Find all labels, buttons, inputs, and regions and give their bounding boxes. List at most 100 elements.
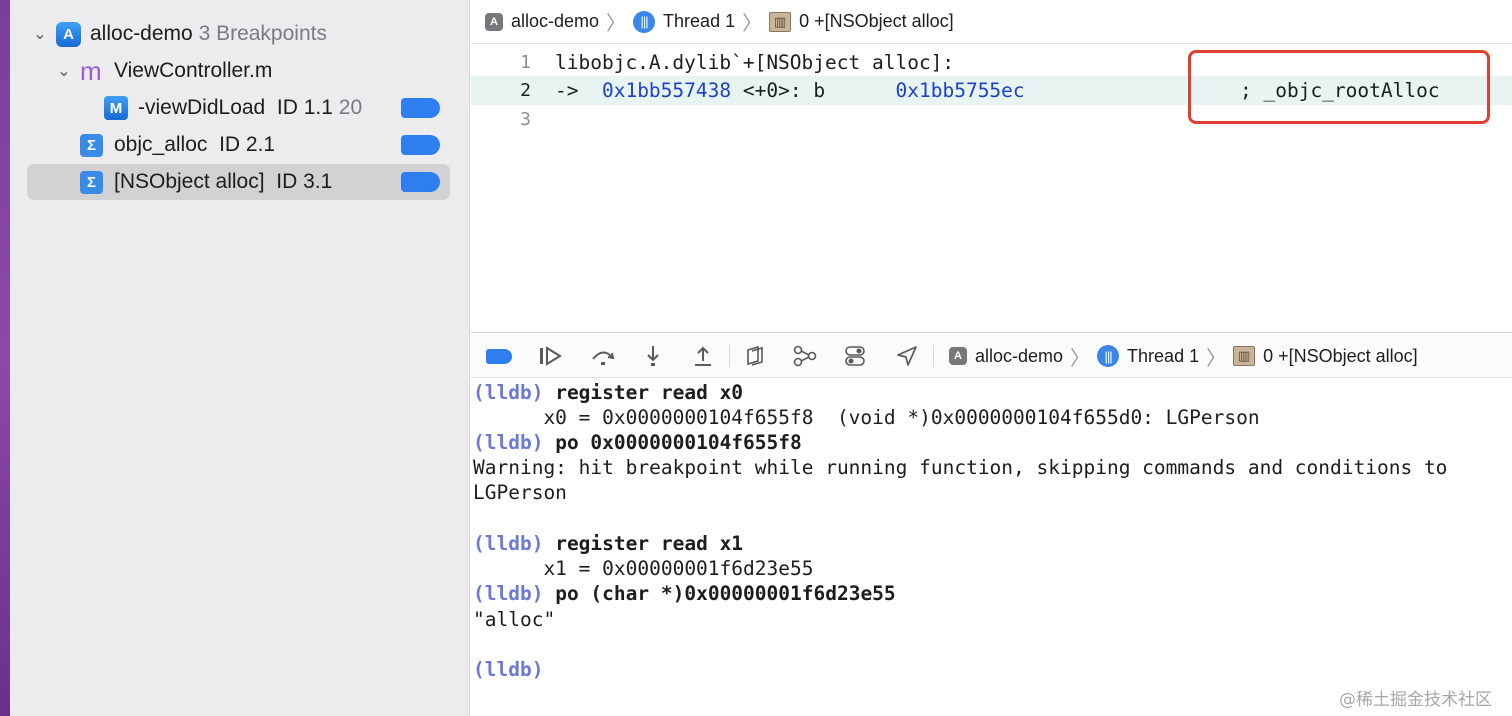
breakpoint-viewdidload[interactable]: M -viewDidLoad ID 1.1 20 (10, 90, 470, 126)
jump-bar-thread[interactable]: ||| Thread 1 (633, 10, 736, 33)
debug-path-thread[interactable]: ||| Thread 1 (1097, 345, 1199, 367)
chevron-right-icon: 〉 (1070, 347, 1091, 370)
instruction-op: b (813, 79, 826, 102)
console-line: "alloc" (473, 608, 556, 631)
chevron-down-icon[interactable]: ⌄ (31, 24, 49, 44)
debug-path-project[interactable]: A alloc-demo (949, 346, 1063, 367)
memory-graph-icon (793, 345, 817, 367)
thread-icon: ||| (633, 10, 656, 33)
toolbar-divider (933, 345, 934, 367)
breakpoint-count: 3 Breakpoints (198, 22, 327, 45)
debug-path-thread-label: Thread 1 (1127, 345, 1200, 366)
console-command: po (char *)0x00000001f6d23e55 (555, 582, 896, 605)
instruction-address: 0x1bb557438 (601, 79, 732, 102)
thread-icon: ||| (1097, 345, 1120, 367)
stack-frame-icon: ▥ (769, 11, 792, 32)
toolbar-divider (729, 345, 730, 367)
app-icon: A (56, 21, 81, 47)
jump-bar-frame-label: 0 +[NSObject alloc] (799, 11, 954, 31)
console-line: (lldb) po (char *)0x00000001f6d23e55 (473, 581, 896, 606)
console-line: (lldb) register read x0 (473, 380, 743, 405)
symbolic-breakpoint-icon: Σ (80, 170, 103, 194)
method-icon: M (104, 96, 128, 120)
memory-graph-button[interactable] (791, 342, 819, 370)
breakpoint-file-viewcontroller[interactable]: ⌄ m ViewController.m (10, 53, 470, 89)
code-text: -> 0x1bb557438 <+0>: b 0x1bb5755ec ; _ob… (555, 79, 1440, 102)
breakpoint-group-alloc-demo[interactable]: ⌄ A alloc-demo 3 Breakpoints (10, 16, 470, 52)
jump-bar-project-label: alloc-demo (511, 11, 600, 31)
breakpoint-flag[interactable] (401, 172, 440, 192)
breakpoint-flag-icon (486, 348, 512, 364)
code-text: libobjc.A.dylib`+[NSObject alloc]: (555, 51, 955, 74)
pc-arrow: -> (555, 79, 579, 102)
symbolic-breakpoint-icon: Σ (80, 133, 103, 157)
console-line: (lldb) po 0x0000000104f655f8 (473, 430, 802, 455)
view-hierarchy-button[interactable] (741, 342, 769, 370)
jump-bar-thread-label: Thread 1 (663, 11, 736, 31)
annotation-highlight-box (1188, 50, 1490, 124)
console-line: LGPerson (473, 481, 567, 504)
debug-path-project-label: alloc-demo (975, 345, 1064, 366)
console-line: Warning: hit breakpoint while running fu… (473, 456, 1448, 479)
breakpoints-toggle-button[interactable] (485, 342, 513, 370)
watermark: @稀土掘金技术社区 (1339, 690, 1492, 710)
stack-frame-icon: ▥ (1233, 346, 1256, 366)
breakpoint-label: -viewDidLoad ID 1.1 20 (138, 96, 363, 119)
branch-target: 0x1bb5755ec (895, 79, 1025, 102)
lldb-prompt: (lldb) (473, 532, 544, 555)
console-line: (lldb) register read x1 (473, 531, 743, 556)
simulate-location-button[interactable] (893, 342, 921, 370)
toggles-icon (845, 346, 865, 366)
debug-path: A alloc-demo 〉 ||| Thread 1 〉 ▥ 0 +[NSOb… (949, 333, 1418, 379)
jump-bar-frame[interactable]: ▥ 0 +[NSObject alloc] (769, 11, 954, 32)
continue-button[interactable] (537, 342, 565, 370)
app-icon: A (485, 12, 503, 31)
step-out-button[interactable] (689, 342, 717, 370)
lldb-prompt: (lldb) (473, 582, 544, 605)
breakpoint-flag[interactable] (401, 98, 440, 118)
breakpoint-nsobject-alloc[interactable]: Σ [NSObject alloc] ID 3.1 (10, 164, 470, 200)
editor-jump-bar: A alloc-demo 〉 ||| Thread 1 〉 ▥ 0 +[NSOb… (471, 0, 1512, 44)
debug-path-frame-label: 0 +[NSObject alloc] (1263, 345, 1418, 366)
console-command: register read x0 (555, 381, 744, 404)
line-number: 2 (520, 80, 531, 101)
debug-path-frame[interactable]: ▥ 0 +[NSObject alloc] (1233, 346, 1418, 367)
console-command: register read x1 (555, 532, 744, 555)
location-arrow-icon (897, 346, 917, 366)
step-into-button[interactable] (639, 342, 667, 370)
chevron-right-icon: 〉 (1206, 347, 1227, 370)
console-line: x0 = 0x0000000104f655f8 (void *)0x000000… (473, 406, 1260, 429)
lldb-prompt: (lldb) (473, 431, 544, 454)
breakpoint-navigator: ⌄ A alloc-demo 3 Breakpoints ⌄ m ViewCon… (10, 0, 470, 716)
console-command: po 0x0000000104f655f8 (555, 431, 802, 454)
continue-icon (540, 346, 562, 366)
chevron-right-icon: 〉 (742, 13, 763, 35)
line-number: 1 (520, 52, 531, 73)
breakpoint-label: objc_alloc ID 2.1 (114, 133, 276, 156)
project-label: alloc-demo 3 Breakpoints (90, 22, 327, 45)
layers-icon (747, 345, 763, 366)
step-into-icon (647, 346, 659, 366)
instruction-offset: <+0>: (742, 79, 802, 102)
breakpoint-label: [NSObject alloc] ID 3.1 (114, 170, 333, 193)
step-out-icon (695, 346, 711, 366)
step-over-button[interactable] (589, 342, 617, 370)
lldb-console[interactable]: (lldb) register read x0 x0 = 0x000000010… (471, 379, 1512, 716)
file-label: ViewController.m (114, 59, 273, 82)
environment-overrides-button[interactable] (841, 342, 869, 370)
debug-toolbar: A alloc-demo 〉 ||| Thread 1 〉 ▥ 0 +[NSOb… (471, 332, 1512, 378)
chevron-down-icon[interactable]: ⌄ (55, 61, 73, 81)
line-number: 3 (520, 109, 531, 130)
chevron-right-icon: 〉 (606, 13, 627, 35)
desktop-background (0, 0, 10, 716)
objc-file-icon: m (80, 56, 102, 86)
console-input-line[interactable]: (lldb) (473, 657, 543, 682)
breakpoint-objc-alloc[interactable]: Σ objc_alloc ID 2.1 (10, 127, 470, 163)
step-over-icon (592, 351, 615, 365)
jump-bar-project[interactable]: A alloc-demo (485, 11, 599, 32)
console-line: x1 = 0x00000001f6d23e55 (473, 557, 814, 580)
app-icon: A (949, 347, 967, 365)
breakpoint-flag[interactable] (401, 135, 440, 155)
lldb-prompt: (lldb) (473, 381, 544, 404)
lldb-prompt: (lldb) (473, 658, 544, 681)
